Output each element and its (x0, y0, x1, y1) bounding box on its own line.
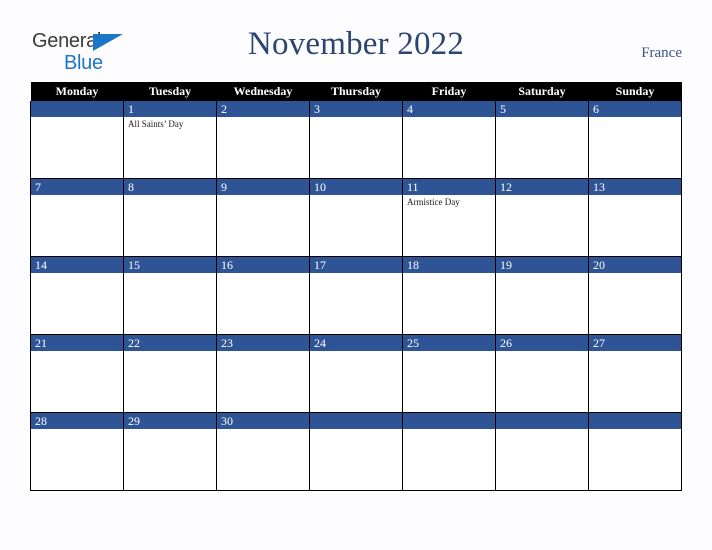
calendar-day-cell[interactable]: 13 (588, 178, 682, 257)
calendar-week-row: 14 15 16 17 18 19 20 (30, 256, 682, 335)
day-number: 16 (217, 257, 309, 273)
calendar-day-cell[interactable]: 29 (123, 412, 217, 491)
page-title: November 2022 (247, 26, 465, 62)
calendar-week-row: 1 All Saints’ Day 2 3 4 5 6 (30, 101, 682, 179)
calendar-grid: Monday Tuesday Wednesday Thursday Friday… (30, 82, 682, 491)
day-number (589, 413, 681, 429)
day-number: 15 (124, 257, 216, 273)
calendar-week-row: 7 8 9 10 11 Armistice Day 12 13 (30, 178, 682, 257)
page-header: General Blue November 2022 France (0, 0, 712, 82)
day-number: 24 (310, 335, 402, 351)
day-number: 5 (496, 101, 588, 117)
calendar-day-cell[interactable]: 23 (216, 334, 310, 413)
day-number (403, 413, 495, 429)
day-number: 10 (310, 179, 402, 195)
calendar-day-cell[interactable] (309, 412, 403, 491)
calendar-day-cell[interactable]: 1 All Saints’ Day (123, 101, 217, 179)
day-event: Armistice Day (407, 197, 460, 207)
calendar-weeks: 1 All Saints’ Day 2 3 4 5 6 7 8 9 10 11 Ar… (30, 101, 682, 491)
calendar-day-cell[interactable]: 30 (216, 412, 310, 491)
day-number: 17 (310, 257, 402, 273)
day-number: 2 (217, 101, 309, 117)
calendar-week-row: 21 22 23 24 25 26 27 (30, 334, 682, 413)
day-number: 8 (124, 179, 216, 195)
weekday-header-wednesday: Wednesday (216, 82, 310, 101)
day-number: 7 (31, 179, 123, 195)
calendar-day-cell[interactable]: 7 (30, 178, 124, 257)
day-number: 25 (403, 335, 495, 351)
day-number: 20 (589, 257, 681, 273)
day-number: 19 (496, 257, 588, 273)
calendar-week-row: 28 29 30 (30, 412, 682, 491)
day-event: All Saints’ Day (128, 119, 184, 129)
calendar-day-cell[interactable]: 2 (216, 101, 310, 179)
weekday-header-friday: Friday (402, 82, 496, 101)
day-number: 26 (496, 335, 588, 351)
day-number: 18 (403, 257, 495, 273)
calendar-day-cell[interactable]: 28 (30, 412, 124, 491)
day-number: 28 (31, 413, 123, 429)
calendar-day-cell[interactable]: 21 (30, 334, 124, 413)
calendar-day-cell[interactable]: 8 (123, 178, 217, 257)
day-number: 21 (31, 335, 123, 351)
calendar-day-cell[interactable] (30, 101, 124, 179)
day-number: 13 (589, 179, 681, 195)
day-number: 1 (124, 101, 216, 117)
calendar-day-cell[interactable]: 17 (309, 256, 403, 335)
day-number: 4 (403, 101, 495, 117)
calendar-day-cell[interactable]: 18 (402, 256, 496, 335)
calendar-day-cell[interactable]: 3 (309, 101, 403, 179)
calendar-day-cell[interactable] (402, 412, 496, 491)
weekday-header-row: Monday Tuesday Wednesday Thursday Friday… (30, 82, 682, 101)
calendar-day-cell[interactable] (588, 412, 682, 491)
day-number: 14 (31, 257, 123, 273)
calendar-day-cell[interactable]: 20 (588, 256, 682, 335)
calendar-day-cell[interactable]: 14 (30, 256, 124, 335)
calendar-day-cell[interactable]: 5 (495, 101, 589, 179)
day-number (31, 101, 123, 117)
calendar-day-cell[interactable]: 15 (123, 256, 217, 335)
weekday-header-tuesday: Tuesday (123, 82, 217, 101)
calendar-day-cell[interactable]: 19 (495, 256, 589, 335)
calendar-day-cell[interactable]: 4 (402, 101, 496, 179)
weekday-header-thursday: Thursday (309, 82, 403, 101)
calendar-day-cell[interactable]: 25 (402, 334, 496, 413)
day-number: 3 (310, 101, 402, 117)
day-number: 23 (217, 335, 309, 351)
calendar-day-cell[interactable]: 12 (495, 178, 589, 257)
weekday-header-monday: Monday (30, 82, 124, 101)
day-number: 22 (124, 335, 216, 351)
calendar-day-cell[interactable]: 16 (216, 256, 310, 335)
day-number (310, 413, 402, 429)
day-number: 11 (403, 179, 495, 195)
day-number: 27 (589, 335, 681, 351)
weekday-header-sunday: Sunday (588, 82, 682, 101)
calendar-day-cell[interactable]: 27 (588, 334, 682, 413)
day-number: 29 (124, 413, 216, 429)
day-number: 6 (589, 101, 681, 117)
calendar-day-cell[interactable]: 11 Armistice Day (402, 178, 496, 257)
day-number (496, 413, 588, 429)
calendar-day-cell[interactable] (495, 412, 589, 491)
day-number: 9 (217, 179, 309, 195)
calendar-day-cell[interactable]: 10 (309, 178, 403, 257)
calendar-day-cell[interactable]: 6 (588, 101, 682, 179)
day-number: 30 (217, 413, 309, 429)
calendar-day-cell[interactable]: 24 (309, 334, 403, 413)
calendar-day-cell[interactable]: 26 (495, 334, 589, 413)
day-number: 12 (496, 179, 588, 195)
weekday-header-saturday: Saturday (495, 82, 589, 101)
calendar-day-cell[interactable]: 22 (123, 334, 217, 413)
calendar-day-cell[interactable]: 9 (216, 178, 310, 257)
country-label: France (641, 45, 682, 61)
